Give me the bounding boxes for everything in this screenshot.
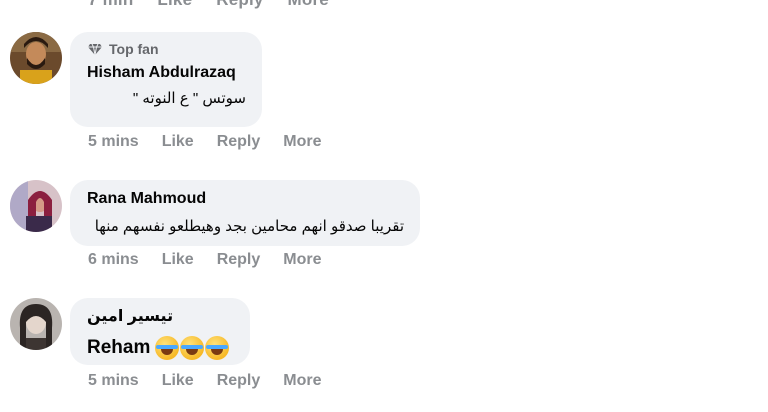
comment-author[interactable]: Rana Mahmoud	[87, 188, 404, 210]
badge-label: Top fan	[109, 41, 159, 57]
avatar[interactable]	[10, 298, 62, 350]
comment-time[interactable]: 5 mins	[88, 133, 139, 151]
comment-text: تقريبا صدقو انهم محامين بجد وهيطلعو نفسه…	[94, 218, 404, 235]
comment-bubble: تيسير امين Reham	[70, 298, 250, 365]
comments-section: 7 min Like Reply More	[0, 0, 768, 412]
laughing-tears-icon	[205, 336, 230, 360]
like-button[interactable]: Like	[162, 372, 194, 390]
previous-like-button[interactable]: Like	[157, 0, 192, 10]
reply-button[interactable]: Reply	[217, 372, 261, 390]
comment-text: سوتس " ع النوته "	[132, 90, 246, 107]
comment-bubble: Rana Mahmoud تقريبا صدقو انهم محامين بجد…	[70, 180, 420, 246]
more-button[interactable]: More	[283, 133, 321, 151]
comment-author[interactable]: تيسير امين	[87, 306, 234, 328]
comment-actions: 5 mins Like Reply More	[88, 133, 322, 151]
diamond-icon	[87, 41, 103, 57]
comment-actions: 6 mins Like Reply More	[88, 251, 322, 269]
comment-actions: 5 mins Like Reply More	[88, 372, 322, 390]
comment-bubble: Top fan Hisham Abdulrazaq سوتس " ع النوت…	[70, 32, 262, 127]
previous-comment-time[interactable]: 7 min	[88, 0, 133, 10]
like-button[interactable]: Like	[162, 133, 194, 151]
avatar[interactable]	[10, 180, 62, 232]
top-fan-badge: Top fan	[87, 40, 246, 58]
comment-text-row: Reham	[87, 336, 234, 360]
reply-button[interactable]: Reply	[217, 133, 261, 151]
reply-button[interactable]: Reply	[217, 251, 261, 269]
avatar[interactable]	[10, 32, 62, 84]
more-button[interactable]: More	[283, 251, 321, 269]
like-button[interactable]: Like	[162, 251, 194, 269]
laughing-tears-icon	[180, 336, 205, 360]
previous-comment-actions: 7 min Like Reply More	[88, 0, 329, 10]
comment-time[interactable]: 6 mins	[88, 251, 139, 269]
previous-reply-button[interactable]: Reply	[216, 0, 263, 10]
more-button[interactable]: More	[283, 372, 321, 390]
laughing-tears-icon	[155, 336, 180, 360]
comment-time[interactable]: 5 mins	[88, 372, 139, 390]
mentioned-name[interactable]: Reham	[87, 336, 150, 360]
comment-author[interactable]: Hisham Abdulrazaq	[87, 62, 246, 84]
emoji-group	[155, 336, 230, 360]
previous-more-button[interactable]: More	[288, 0, 329, 10]
